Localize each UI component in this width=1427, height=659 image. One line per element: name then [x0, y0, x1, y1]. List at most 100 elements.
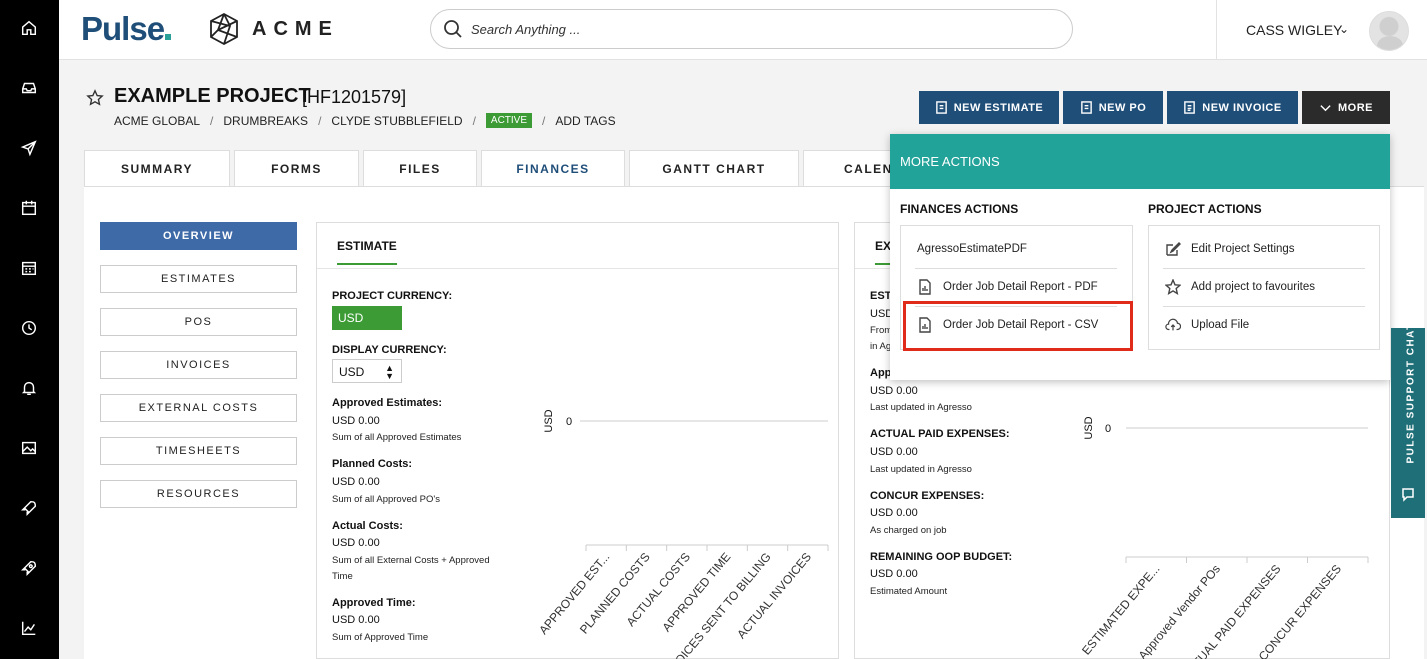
estimate-chart: USD 0APPROVED EST...PLANNED COSTSACTUAL C… [536, 409, 829, 659]
top-header: Pulse ACME CASS WIGLEY ⌄ [59, 0, 1427, 60]
metric-label: Approved Time: [332, 597, 416, 609]
more-actions-title: MORE ACTIONS [890, 134, 1390, 189]
image-icon[interactable] [18, 437, 40, 459]
metric-label: Actual Costs: [332, 520, 403, 532]
breadcrumb: ACME GLOBAL / DRUMBREAKS / CLYDE STUBBLEFI… [114, 113, 616, 128]
metric-value: USD 0.00 [332, 476, 380, 488]
sidebar-item-overview[interactable]: OVERVIEW [100, 222, 297, 250]
sidebar-item-external-costs[interactable]: EXTERNAL COSTS [100, 394, 297, 422]
metric-label: REMAINING OOP BUDGET: [870, 551, 1013, 563]
user-menu[interactable]: CASS WIGLEY [1246, 22, 1342, 38]
tab-gantt-chart[interactable]: GANTT CHART [629, 150, 799, 187]
breadcrumb-brand[interactable]: DRUMBREAKS [223, 114, 308, 128]
sidebar-item-invoices[interactable]: INVOICES [100, 351, 297, 379]
metric-note-partial: From [870, 325, 893, 336]
status-badge: ACTIVE [485, 113, 533, 128]
project-code: [HF1201579] [302, 87, 407, 107]
y-tick-label: 0 [566, 416, 572, 428]
sidebar-item-estimates[interactable]: ESTIMATES [100, 265, 297, 293]
project-actions-heading: PROJECT ACTIONS [1148, 202, 1262, 216]
sidebar-item-timesheets[interactable]: TIMESHEETS [100, 437, 297, 465]
left-rail [0, 0, 59, 659]
y-axis-label: USD [1083, 416, 1095, 439]
favourite-star-icon[interactable] [86, 89, 104, 107]
breadcrumb-client[interactable]: ACME GLOBAL [114, 114, 200, 128]
divider [915, 268, 1117, 269]
y-axis-label: USD [543, 409, 555, 432]
more-button[interactable]: MORE [1302, 91, 1390, 124]
chat-icon [1402, 488, 1414, 502]
metric-note-partial: in Ag [870, 341, 892, 352]
edit-icon [1166, 242, 1181, 256]
inbox-icon[interactable] [18, 77, 40, 99]
project-title: EXAMPLE PROJECT [114, 85, 311, 107]
home-icon[interactable] [18, 17, 40, 39]
breadcrumb-owner[interactable]: CLYDE STUBBLEFIELD [331, 114, 462, 128]
metric-label-partial: App [870, 367, 892, 379]
estimate-icon [935, 101, 947, 114]
csv-report-highlight [903, 301, 1133, 351]
order-job-report-pdf-item[interactable]: Order Job Detail Report - PDF [917, 279, 1098, 295]
chevron-down-icon[interactable]: ⌄ [1339, 22, 1349, 36]
estimate-card-tab[interactable]: ESTIMATE [337, 239, 397, 265]
divider [1163, 268, 1365, 269]
metric-value: USD 0.00 [332, 415, 380, 427]
display-currency-select[interactable]: USD ▲ ▼ [332, 359, 402, 383]
metric-note: As charged on job [870, 525, 947, 536]
support-chat-tab[interactable]: PULSE SUPPORT CHAT [1391, 322, 1425, 518]
rocket-icon[interactable] [18, 497, 40, 519]
new-invoice-button[interactable]: NEW INVOICE [1167, 91, 1298, 124]
y-tick-label: 0 [1105, 423, 1111, 435]
metric-note: Last updated in Agresso [870, 464, 972, 475]
new-estimate-button[interactable]: NEW ESTIMATE [919, 91, 1059, 124]
metric-note: Sum of Approved Time [332, 632, 429, 643]
add-to-favourites-item[interactable]: Add project to favourites [1165, 279, 1315, 295]
calendar-icon[interactable] [18, 197, 40, 219]
metric-note: Last updated in Agresso [870, 402, 972, 413]
divider [1163, 306, 1365, 307]
rocket-alt-icon[interactable] [18, 557, 40, 579]
search-input[interactable] [471, 18, 1051, 40]
sidebar-item-pos[interactable]: POS [100, 308, 297, 336]
bell-icon[interactable] [18, 377, 40, 399]
agresso-estimate-pdf-item[interactable]: AgressoEstimatePDF [917, 243, 1027, 255]
send-icon[interactable] [18, 137, 40, 159]
po-icon [1080, 101, 1092, 114]
edit-project-settings-item[interactable]: Edit Project Settings [1165, 241, 1295, 257]
tab-summary[interactable]: SUMMARY [84, 150, 230, 187]
tab-calendar[interactable]: CALEND [803, 150, 903, 187]
metric-note: Sum of all Approved PO's [332, 494, 440, 505]
project-actions-list: Edit Project Settings Add project to fav… [1148, 225, 1380, 350]
clock-icon[interactable] [18, 317, 40, 339]
sidebar-item-resources[interactable]: RESOURCES [100, 480, 297, 508]
tab-forms[interactable]: FORMS [234, 150, 359, 187]
metric-label: Approved Estimates: [332, 397, 443, 409]
expenses-chart: USD 0ESTIMATED EXPE...Approved Vendor POs… [1079, 416, 1369, 659]
acme-logo: ACME [208, 12, 339, 46]
display-currency-value: USD [339, 365, 365, 379]
upload-file-item[interactable]: Upload File [1165, 317, 1249, 333]
avatar[interactable] [1369, 11, 1409, 51]
metric-note: Estimated Amount [870, 586, 948, 597]
card-divider [317, 268, 838, 269]
tab-finances[interactable]: FINANCES [481, 150, 625, 187]
metric-label: ACTUAL PAID EXPENSES: [870, 428, 1010, 440]
project-currency-label: PROJECT CURRENCY: [332, 290, 453, 302]
x-tick-label: APPROVED EST... [536, 550, 612, 637]
support-chat-label: PULSE SUPPORT CHAT [1405, 322, 1417, 464]
new-po-button[interactable]: NEW PO [1063, 91, 1163, 124]
metric-note: Sum of all Approved Estimates [332, 432, 462, 443]
search-bar [430, 9, 1073, 49]
x-tick-label: PLANNED COSTS [577, 550, 653, 637]
expenses-card-tab[interactable]: EX [875, 239, 892, 265]
chart-icon[interactable] [18, 617, 40, 639]
invoice-icon [1184, 101, 1196, 114]
pulse-logo[interactable]: Pulse [81, 10, 172, 48]
add-tags-link[interactable]: ADD TAGS [555, 114, 615, 128]
metric-value: USD 0.00 [870, 568, 918, 580]
metric-label-partial: EST [870, 290, 892, 302]
tab-files[interactable]: FILES [363, 150, 477, 187]
metric-label: Planned Costs: [332, 458, 413, 470]
display-currency-label: DISPLAY CURRENCY: [332, 344, 447, 356]
schedule-icon[interactable] [18, 257, 40, 279]
